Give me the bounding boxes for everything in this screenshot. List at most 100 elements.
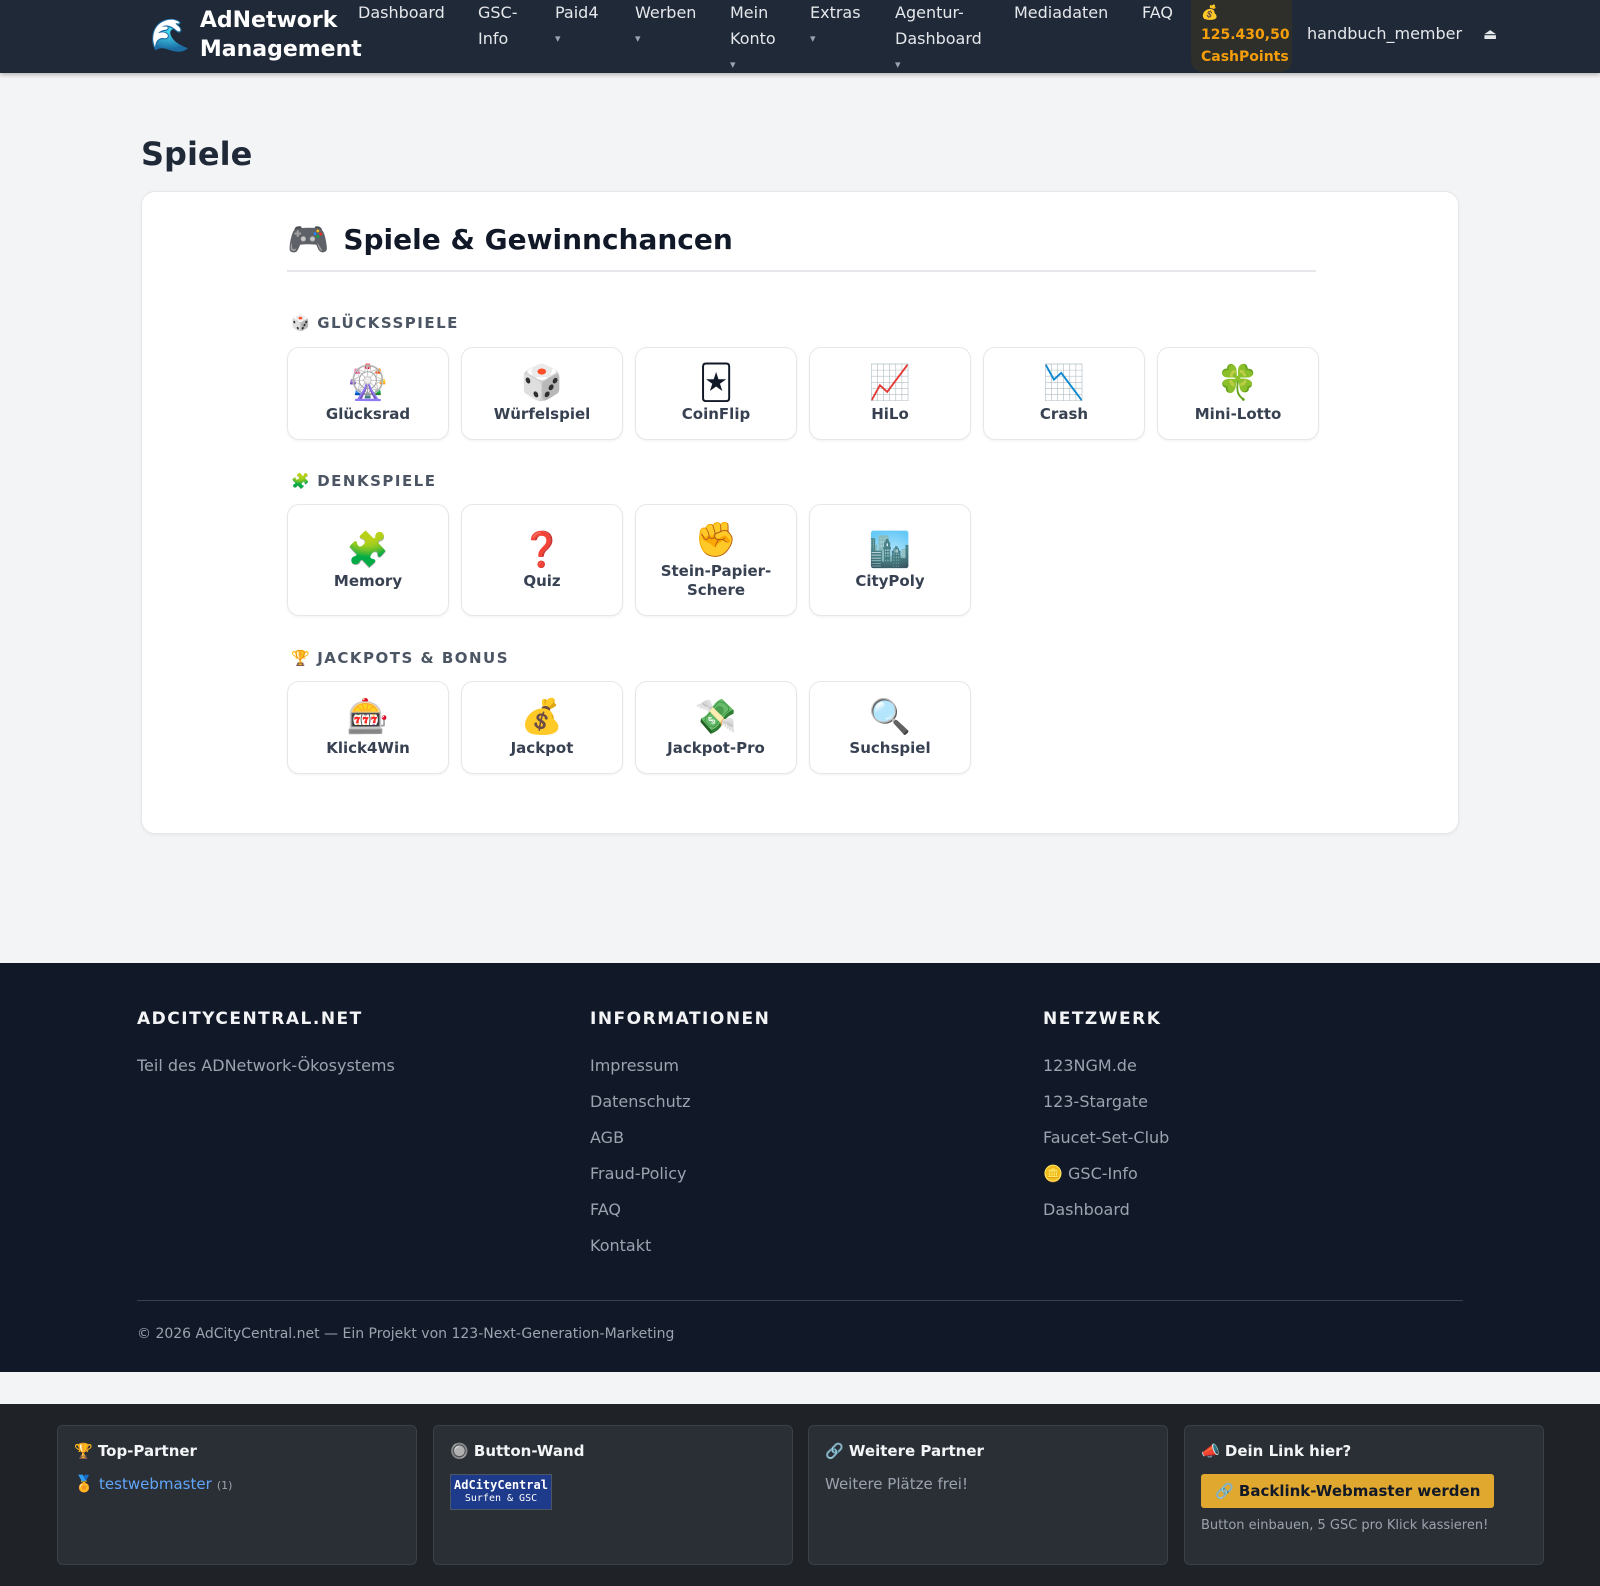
cityscape-icon: 🏙️ bbox=[868, 529, 912, 570]
footer-link-gsc-info[interactable]: 🪙 GSC-Info bbox=[1043, 1156, 1169, 1192]
footer-col-informationen: INFORMATIONEN Impressum Datenschutz AGB … bbox=[590, 1009, 770, 1264]
game-tile-memory[interactable]: 🧩 Memory bbox=[287, 504, 449, 616]
footer-link-faucet-set-club[interactable]: Faucet-Set-Club bbox=[1043, 1120, 1169, 1156]
logout-icon[interactable]: ⏏ bbox=[1483, 25, 1497, 43]
clover-icon: 🍀 bbox=[1216, 363, 1260, 403]
footer-link-dashboard[interactable]: Dashboard bbox=[1043, 1192, 1169, 1228]
chart-up-icon: 📈 bbox=[868, 363, 912, 403]
site-footer: ADCITYCENTRAL.NET Teil des ADNetwork-Öko… bbox=[0, 963, 1600, 1372]
game-tile-hilo[interactable]: 📈 HiLo bbox=[809, 347, 971, 440]
footer-link-kontakt[interactable]: Kontakt bbox=[590, 1228, 770, 1264]
nav-mediadaten[interactable]: Mediadaten bbox=[1014, 0, 1108, 26]
game-tile-wuerfelspiel[interactable]: 🎲 Würfelspiel bbox=[461, 347, 623, 440]
box-title: 🔘 Button-Wand bbox=[450, 1442, 585, 1460]
footer-copyright: © 2026 AdCityCentral.net — Ein Projekt v… bbox=[137, 1326, 675, 1342]
game-tile-crash[interactable]: 📉 Crash bbox=[983, 347, 1145, 440]
nav-faq[interactable]: FAQ bbox=[1142, 0, 1173, 26]
nav-label: Agentur- bbox=[895, 3, 964, 22]
partner-link-testwebmaster[interactable]: testwebmaster bbox=[99, 1475, 212, 1493]
nav-gsc-info[interactable]: GSC- Info bbox=[478, 0, 518, 52]
game-label: Stein-Papier-Schere bbox=[660, 562, 772, 599]
dice-icon: 🎲 bbox=[291, 314, 312, 332]
footer-about-text: Teil des ADNetwork-Ökosystems bbox=[137, 1056, 395, 1075]
dice-icon: 🎲 bbox=[520, 363, 564, 403]
nav-werben[interactable]: Werben ▾ bbox=[635, 0, 696, 52]
nav-dashboard[interactable]: Dashboard bbox=[358, 0, 445, 26]
game-tile-coinflip[interactable]: 🃏 CoinFlip bbox=[635, 347, 797, 440]
nav-extras[interactable]: Extras ▾ bbox=[810, 0, 861, 52]
top-partner-box: 🏆 Top-Partner 🏅 testwebmaster (1) bbox=[57, 1425, 417, 1565]
username-link[interactable]: handbuch_member bbox=[1307, 24, 1462, 43]
page-title: Spiele bbox=[141, 135, 253, 173]
game-tile-mini-lotto[interactable]: 🍀 Mini-Lotto bbox=[1157, 347, 1319, 440]
nav-paid4[interactable]: Paid4 ▾ bbox=[555, 0, 599, 52]
backlink-webmaster-button[interactable]: 🔗 Backlink-Webmaster werden bbox=[1201, 1474, 1495, 1508]
money-wings-icon: 💸 bbox=[694, 697, 738, 737]
slot-machine-icon: 🎰 bbox=[346, 697, 390, 737]
section-label-denkspiele: 🧩 DENKSPIELE bbox=[291, 472, 437, 490]
wave-icon: 🌊 bbox=[150, 16, 190, 54]
game-tile-quiz[interactable]: ❓ Quiz bbox=[461, 504, 623, 616]
adcitycentral-banner-button[interactable]: AdCityCentral Surfen & GSC bbox=[450, 1474, 552, 1510]
footer-heading: NETZWERK bbox=[1043, 1009, 1162, 1029]
chevron-down-icon: ▾ bbox=[810, 32, 816, 45]
banner-line-2: Surfen & GSC bbox=[464, 1493, 538, 1504]
game-tile-citypoly[interactable]: 🏙️ CityPoly bbox=[809, 504, 971, 616]
brand-logo[interactable]: 🌊 AdNetwork Management bbox=[150, 6, 362, 64]
nav-label: Paid4 bbox=[555, 3, 599, 22]
nav-label: Mein bbox=[730, 3, 769, 22]
games-grid-denkspiele: 🧩 Memory ❓ Quiz ✊ Stein-Papier-Schere 🏙️… bbox=[287, 504, 971, 616]
game-label: CityPoly bbox=[855, 571, 925, 590]
cash-unit: CashPoints bbox=[1201, 49, 1289, 65]
nav-label: GSC- bbox=[478, 3, 518, 22]
section-label-text: JACKPOTS & BONUS bbox=[317, 649, 510, 667]
joker-card-icon: 🃏 bbox=[698, 363, 734, 403]
nav-mein-konto[interactable]: Mein Konto ▾ bbox=[730, 0, 776, 78]
cashpoints-balance[interactable]: 💰 125.430,50 CashPoints bbox=[1191, 0, 1292, 72]
game-label: Crash bbox=[1039, 405, 1089, 423]
nav-label: Konto bbox=[730, 29, 776, 48]
footer-link-123-stargate[interactable]: 123-Stargate bbox=[1043, 1084, 1169, 1120]
game-tile-jackpot-pro[interactable]: 💸 Jackpot-Pro bbox=[635, 681, 797, 774]
brand-line-1: AdNetwork bbox=[199, 8, 338, 33]
footer-link-datenschutz[interactable]: Datenschutz bbox=[590, 1084, 770, 1120]
nav-label: Mediadaten bbox=[1014, 3, 1109, 22]
game-label: Klick4Win bbox=[326, 739, 410, 757]
footer-heading: INFORMATIONEN bbox=[590, 1009, 771, 1029]
game-label: Jackpot-Pro bbox=[667, 739, 765, 757]
footer-col-about: ADCITYCENTRAL.NET Teil des ADNetwork-Öko… bbox=[137, 1009, 395, 1084]
puzzle-icon: 🧩 bbox=[291, 472, 312, 490]
footer-link-123ngm[interactable]: 123NGM.de bbox=[1043, 1048, 1169, 1084]
nav-label: Dashboard bbox=[358, 3, 445, 22]
game-tile-klick4win[interactable]: 🎰 Klick4Win bbox=[287, 681, 449, 774]
footer-link-faq[interactable]: FAQ bbox=[590, 1192, 770, 1228]
games-grid-gluecksspiele: 🎡 Glücksrad 🎲 Würfelspiel 🃏 CoinFlip 📈 H… bbox=[287, 347, 1319, 440]
your-link-box: 📣 Dein Link hier? 🔗 Backlink-Webmaster w… bbox=[1184, 1425, 1544, 1565]
puzzle-icon: 🧩 bbox=[346, 529, 390, 570]
magnifier-icon: 🔍 bbox=[868, 697, 912, 737]
chevron-down-icon: ▾ bbox=[730, 58, 736, 71]
cash-amount: 125.430,50 bbox=[1201, 27, 1290, 43]
footer-link-fraud-policy[interactable]: Fraud-Policy bbox=[590, 1156, 770, 1192]
game-tile-suchspiel[interactable]: 🔍 Suchspiel bbox=[809, 681, 971, 774]
game-tile-jackpot[interactable]: 💰 Jackpot bbox=[461, 681, 623, 774]
footer-link-impressum[interactable]: Impressum bbox=[590, 1048, 770, 1084]
game-tile-gluecksrad[interactable]: 🎡 Glücksrad bbox=[287, 347, 449, 440]
games-card: 🎮 Spiele & Gewinnchancen 🎲 GLÜCKSSPIELE … bbox=[141, 191, 1459, 834]
card-title: Spiele & Gewinnchancen bbox=[343, 223, 733, 256]
game-label: CoinFlip bbox=[681, 405, 751, 423]
box-title: 🏆 Top-Partner bbox=[74, 1442, 197, 1460]
brand-line-2: Management bbox=[199, 37, 362, 62]
card-header: 🎮 Spiele & Gewinnchancen bbox=[287, 222, 1316, 272]
section-label-jackpots: 🏆 JACKPOTS & BONUS bbox=[291, 649, 509, 667]
top-navbar: 🌊 AdNetwork Management Dashboard GSC- In… bbox=[0, 0, 1600, 73]
chart-down-icon: 📉 bbox=[1042, 363, 1086, 403]
free-slots-text: Weitere Plätze frei! bbox=[825, 1475, 968, 1493]
nav-label: Extras bbox=[810, 3, 861, 22]
money-bag-icon: 💰 bbox=[1201, 5, 1219, 21]
gamepad-icon: 🎮 bbox=[287, 220, 330, 260]
nav-agentur-dashboard[interactable]: Agentur- Dashboard ▾ bbox=[895, 0, 982, 78]
game-label: Jackpot bbox=[510, 739, 574, 757]
game-tile-stein-papier-schere[interactable]: ✊ Stein-Papier-Schere bbox=[635, 504, 797, 616]
footer-link-agb[interactable]: AGB bbox=[590, 1120, 770, 1156]
